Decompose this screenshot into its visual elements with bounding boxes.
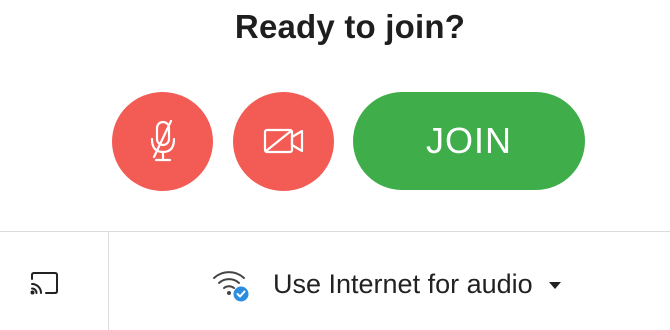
turn-off-video-button[interactable]	[233, 91, 334, 191]
page-title: Ready to join?	[234, 8, 466, 45]
join-button[interactable]: JOIN	[353, 92, 585, 190]
caret-down-icon	[548, 281, 561, 289]
mute-microphone-button[interactable]	[112, 91, 213, 191]
audio-option-selector[interactable]: Use Internet for audio	[211, 262, 561, 306]
video-off-icon	[262, 125, 306, 157]
cast-icon	[29, 271, 59, 297]
wifi-check-icon	[211, 266, 251, 302]
microphone-muted-icon	[148, 119, 178, 163]
audio-option-label: Use Internet for audio	[273, 268, 533, 299]
join-controls: JOIN	[112, 91, 585, 191]
footer-separator	[108, 232, 109, 330]
cast-button[interactable]	[28, 270, 60, 298]
footer-divider	[0, 231, 670, 232]
